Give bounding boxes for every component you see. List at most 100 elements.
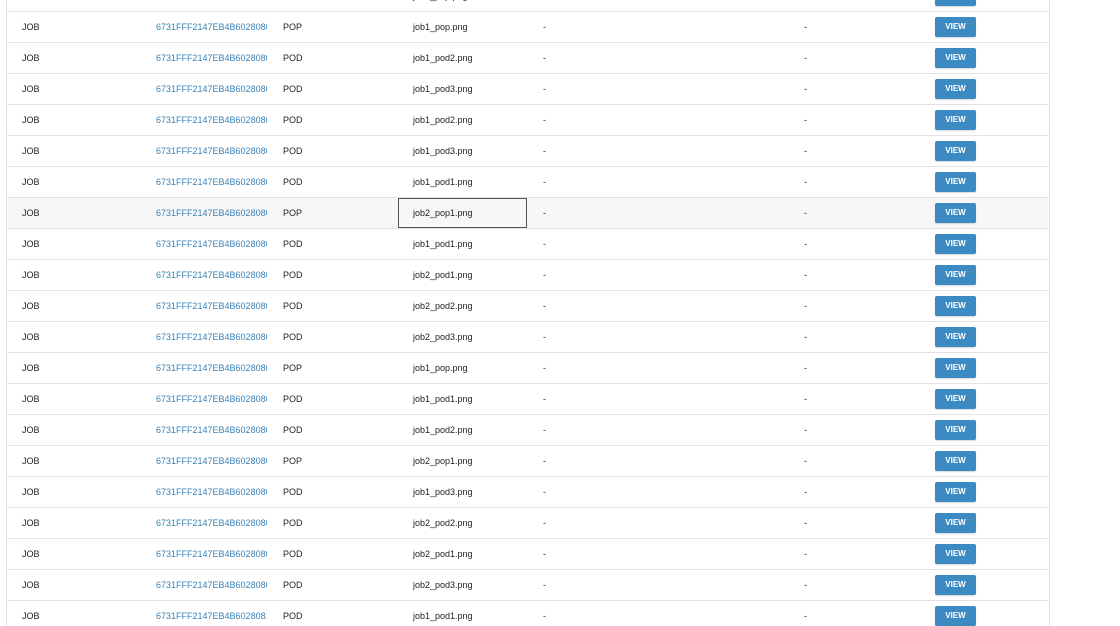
- row-col6-cell: -: [804, 332, 807, 342]
- view-button[interactable]: VIEW: [935, 296, 976, 316]
- view-button[interactable]: VIEW: [935, 48, 976, 68]
- view-button[interactable]: VIEW: [935, 265, 976, 285]
- row-file-cell[interactable]: job1_pod2.png: [398, 415, 527, 445]
- view-button[interactable]: VIEW: [935, 141, 976, 161]
- view-button[interactable]: VIEW: [935, 606, 976, 626]
- row-col6-cell: -: [804, 456, 807, 466]
- row-file-cell[interactable]: job1_pod1.png: [398, 167, 527, 197]
- row-file-cell[interactable]: job1_pop.png: [398, 353, 527, 383]
- row-file-cell[interactable]: job2_pop1.png: [398, 446, 527, 476]
- row-id-link[interactable]: 6731FFF2147EB4B6028080E: [156, 570, 267, 600]
- row-col5-cell: -: [543, 301, 546, 311]
- view-button[interactable]: VIEW: [935, 358, 976, 378]
- view-button[interactable]: VIEW: [935, 234, 976, 254]
- view-button[interactable]: VIEW: [935, 513, 976, 533]
- view-button[interactable]: VIEW: [935, 327, 976, 347]
- row-file-cell[interactable]: job1_pod1.png: [398, 384, 527, 414]
- row-type-cell: JOB: [22, 208, 40, 218]
- row-file-cell[interactable]: job2_pod1.png: [398, 260, 527, 290]
- row-file-cell[interactable]: job2_pod1.png: [398, 539, 527, 569]
- row-kind-cell: POD: [283, 580, 303, 590]
- row-col6-cell: -: [804, 394, 807, 404]
- row-file-cell[interactable]: job1_pod2.png: [398, 43, 527, 73]
- view-button[interactable]: VIEW: [935, 110, 976, 130]
- row-type-cell: JOB: [22, 394, 40, 404]
- row-file-cell[interactable]: job1_pod1.png: [398, 229, 527, 259]
- row-kind-cell: POD: [283, 301, 303, 311]
- row-file-cell[interactable]: job1_pop.png: [398, 0, 527, 11]
- row-id-link[interactable]: 6731FFF2147EB4B6028080C7: [156, 291, 267, 321]
- row-file-cell[interactable]: job1_pop.png: [398, 12, 527, 42]
- view-button[interactable]: VIEW: [935, 79, 976, 99]
- view-button[interactable]: VIEW: [935, 420, 976, 440]
- row-id-link[interactable]: 6731FFF2147EB4B6028080B7: [156, 74, 267, 104]
- row-id-link[interactable]: 6731FFF2147EB4B6028080BI: [156, 12, 267, 42]
- row-col5-cell: -: [543, 53, 546, 63]
- row-id-link[interactable]: 6731FFF2147EB4B6028080BI: [156, 136, 267, 166]
- table-row: JOB 6731FFF2147EB4B6028080B7 POD job1_po…: [7, 43, 1049, 74]
- row-kind-cell: POD: [283, 115, 303, 125]
- row-col6-cell: -: [804, 0, 844, 11]
- row-file-cell[interactable]: job2_pod3.png: [398, 570, 527, 600]
- view-button[interactable]: VIEW: [935, 482, 976, 502]
- row-col6-cell: -: [804, 84, 807, 94]
- view-button[interactable]: VIEW: [935, 451, 976, 471]
- table-row: JOB 6731FFF2147EB4B6028080BI POD job1_po…: [7, 136, 1049, 167]
- row-file-cell[interactable]: job2_pop1.png: [398, 198, 527, 228]
- row-id-link[interactable]: 6731FFF2147EB4B6028080C7: [156, 198, 267, 228]
- view-button[interactable]: VIEW: [935, 544, 976, 564]
- row-col6-cell: -: [804, 487, 807, 497]
- row-kind-cell: POD: [283, 332, 303, 342]
- row-kind-cell: POP: [283, 456, 303, 466]
- row-file-cell[interactable]: job2_pod2.png: [398, 508, 527, 538]
- row-id-link[interactable]: 6731FFF2147EB4B6028080E: [156, 508, 267, 538]
- table-viewport[interactable]: JOB 6731FFF2147EB4B6028080B POP job1_pop…: [0, 0, 1120, 626]
- row-col6-cell: -: [804, 270, 807, 280]
- row-col6-cell: -: [804, 611, 807, 621]
- row-file-cell[interactable]: job1_pod2.png: [398, 105, 527, 135]
- row-file-cell[interactable]: job1_pod1.png: [398, 601, 527, 626]
- view-button[interactable]: VIEW: [935, 203, 976, 223]
- view-button[interactable]: VIEW: [935, 0, 976, 6]
- row-id-link[interactable]: 6731FFF2147EB4B6028080C7: [156, 260, 267, 290]
- row-id-link[interactable]: 6731FFF2147EB4B6028080C7: [156, 322, 267, 352]
- row-kind-cell: POD: [283, 239, 303, 249]
- row-id-link[interactable]: 6731FFF2147EB4B6028080E: [156, 446, 267, 476]
- row-file-cell[interactable]: job2_pod3.png: [398, 322, 527, 352]
- row-id-link[interactable]: 6731FFF2147EB4B6028080BI: [156, 105, 267, 135]
- row-col6-cell: -: [804, 549, 807, 559]
- row-type-cell: JOB: [22, 84, 40, 94]
- row-id-link[interactable]: 6731FFF2147EB4B6028080B7: [156, 43, 267, 73]
- table-row: JOB 6731FFF2147EB4B6028080C7 POD job2_po…: [7, 322, 1049, 353]
- view-button[interactable]: VIEW: [935, 575, 976, 595]
- row-file-cell[interactable]: job1_pod3.png: [398, 74, 527, 104]
- row-id-link[interactable]: 6731FFF2147EB4B6028080D: [156, 477, 267, 507]
- row-id-link[interactable]: 6731FFF2147EB4B6028080BI: [156, 229, 267, 259]
- row-col5-cell: -: [543, 146, 546, 156]
- view-button[interactable]: VIEW: [935, 389, 976, 409]
- row-col6-cell: -: [804, 518, 807, 528]
- view-button[interactable]: VIEW: [935, 17, 976, 37]
- row-kind-cell: POD: [283, 518, 303, 528]
- row-id-link[interactable]: 6731FFF2147EB4B6028080D: [156, 415, 267, 445]
- table-row: JOB 6731FFF2147EB4B6028080D POD job1_pod…: [7, 415, 1049, 446]
- row-type-cell: JOB: [22, 580, 40, 590]
- row-kind-cell: POD: [283, 53, 303, 63]
- row-kind-cell: POP: [283, 208, 303, 218]
- row-file-cell[interactable]: job1_pod3.png: [398, 136, 527, 166]
- view-button[interactable]: VIEW: [935, 172, 976, 192]
- row-id-link[interactable]: 6731FFF2147EB4B6028080B7: [156, 167, 267, 197]
- row-id-link[interactable]: 6731FFF2147EB4B6028080D: [156, 384, 267, 414]
- table-row: JOB 6731FFF2147EB4B6028080C7 POD job2_po…: [7, 260, 1049, 291]
- row-kind-cell: POD: [283, 611, 303, 621]
- row-type-cell: JOB: [22, 0, 142, 11]
- row-id-link[interactable]: 6731FFF2147EB4B602808116: [156, 601, 267, 626]
- row-id-link[interactable]: 6731FFF2147EB4B6028080E: [156, 539, 267, 569]
- table-row: JOB 6731FFF2147EB4B6028080B7 POD job1_po…: [7, 74, 1049, 105]
- row-file-cell[interactable]: job1_pod3.png: [398, 477, 527, 507]
- row-file-cell[interactable]: job2_pod2.png: [398, 291, 527, 321]
- row-id-link[interactable]: 6731FFF2147EB4B6028080B: [156, 0, 267, 11]
- table-body: JOB 6731FFF2147EB4B6028080B POP job1_pop…: [7, 0, 1049, 626]
- row-id-link[interactable]: 6731FFF2147EB4B6028080D: [156, 353, 267, 383]
- row-type-cell: JOB: [22, 456, 40, 466]
